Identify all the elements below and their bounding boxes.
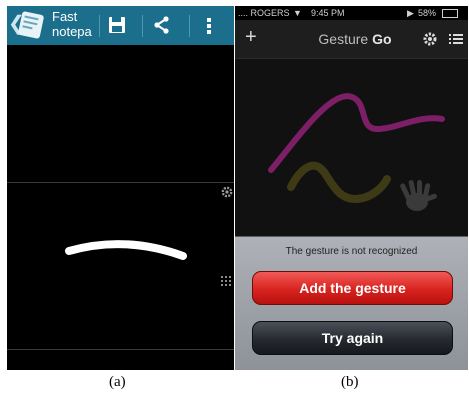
battery-percent: 58% — [418, 8, 437, 18]
wifi-icon: ▼ — [293, 8, 302, 18]
carrier-label: .... ROGERS — [238, 8, 290, 18]
time-label: 9:45 PM — [311, 8, 345, 18]
add-gesture-button[interactable]: Add the gesture — [252, 271, 453, 305]
title-prefix: Gesture — [318, 31, 373, 47]
caption-a: (a) — [109, 374, 126, 390]
hand-pointer-icon — [400, 180, 437, 211]
gesture-canvas[interactable] — [235, 59, 468, 237]
list-icon[interactable] — [449, 32, 463, 46]
panel-b-gesture-go-screen: .... ROGERS ▼ 9:45 PM ▶ 58% + Gesture Go — [235, 6, 468, 370]
panel-a-notepad-screen: ❮ Fast notepa — [7, 6, 234, 370]
status-bar: .... ROGERS ▼ 9:45 PM ▶ 58% — [235, 6, 468, 20]
title-bold: Go — [372, 31, 392, 47]
status-message: The gesture is not recognized — [285, 246, 418, 257]
add-icon[interactable]: + — [245, 27, 257, 47]
try-again-button[interactable]: Try again — [252, 321, 453, 355]
nav-bar: + Gesture Go — [235, 20, 468, 59]
hint-gesture-stroke — [287, 161, 391, 204]
battery-icon — [442, 9, 458, 18]
page-title: Gesture Go — [295, 31, 415, 47]
recorded-gesture-stroke — [268, 93, 445, 173]
section-divider — [7, 349, 234, 350]
action-sheet: The gesture is not recognized Add the ge… — [235, 236, 468, 370]
gear-icon[interactable] — [423, 32, 437, 46]
drawn-stroke[interactable] — [7, 6, 234, 370]
caption-b: (b) — [341, 374, 359, 390]
play-icon: ▶ — [407, 8, 414, 18]
keypad-grid-icon[interactable] — [221, 276, 231, 286]
